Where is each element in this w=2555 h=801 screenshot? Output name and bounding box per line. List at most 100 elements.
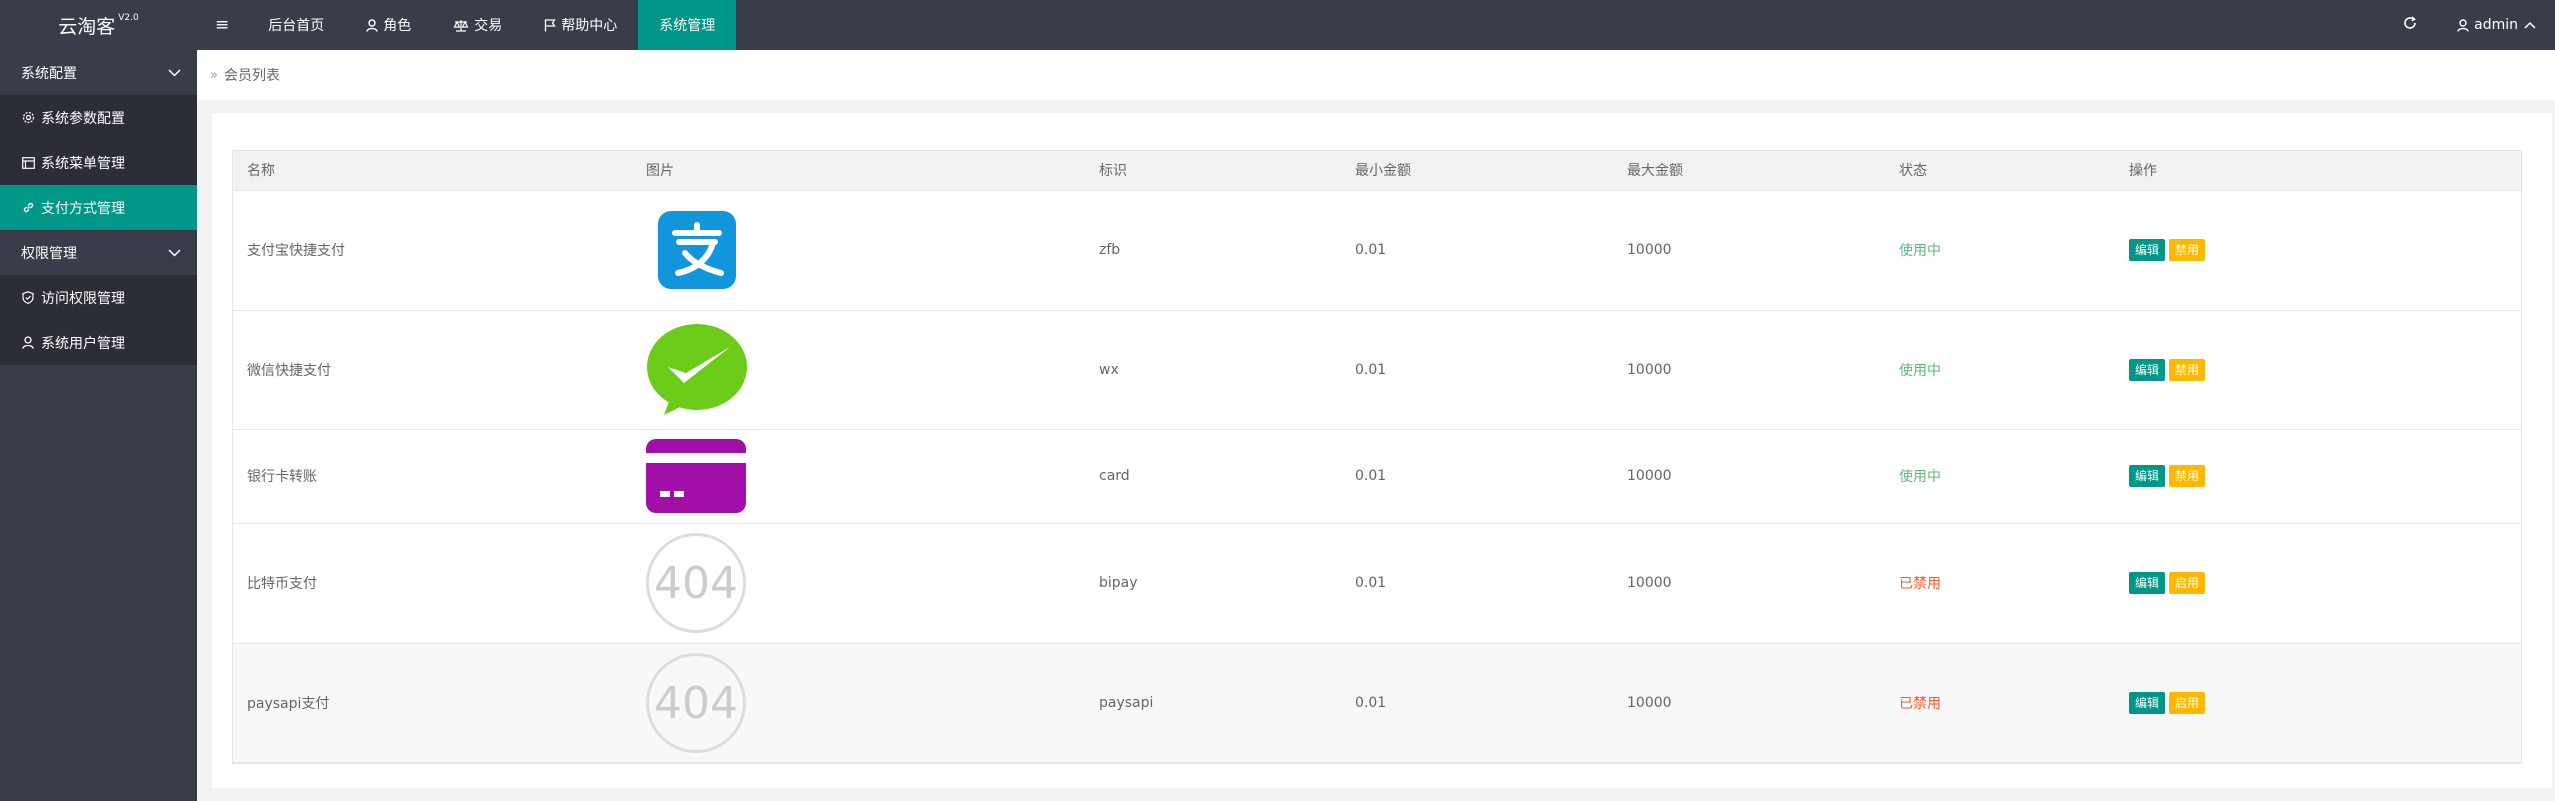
nav-item-help[interactable]: 帮助中心 bbox=[523, 0, 638, 50]
status-badge: 已禁用 bbox=[1899, 576, 1941, 592]
edit-button[interactable]: 编辑 bbox=[2129, 692, 2166, 714]
cell-max: 10000 bbox=[1612, 643, 1884, 764]
cell-status: 使用中 bbox=[1884, 190, 2114, 311]
user-icon bbox=[22, 336, 36, 349]
payment-methods-table: 名称 图片 标识 最小金额 最大金额 状态 操作 支付宝快捷支付 zfb 0.0… bbox=[232, 150, 2522, 764]
edit-button[interactable]: 编辑 bbox=[2129, 358, 2166, 381]
cell-image: 404 bbox=[631, 643, 1084, 764]
cell-status: 已禁用 bbox=[1884, 523, 2114, 644]
user-menu[interactable]: admin bbox=[2438, 0, 2555, 50]
edit-button[interactable]: 编辑 bbox=[2129, 572, 2166, 594]
status-badge: 已禁用 bbox=[1899, 696, 1941, 712]
enable-button[interactable]: 启用 bbox=[2169, 572, 2206, 594]
cell-min: 0.01 bbox=[1340, 429, 1612, 524]
top-header: 云淘客 V2.0 ≡ 后台首页 角色 交易 帮助中心 系统管理 admin bbox=[0, 0, 2555, 50]
refresh-icon bbox=[2403, 16, 2417, 34]
breadcrumb-label[interactable]: 会员列表 bbox=[224, 65, 280, 85]
nav-item-label: 帮助中心 bbox=[561, 18, 618, 34]
cell-image bbox=[631, 190, 1084, 311]
wechat-logo bbox=[646, 323, 1084, 417]
nav-item-label: 系统管理 bbox=[659, 18, 716, 34]
disable-button[interactable]: 禁用 bbox=[2169, 465, 2206, 487]
user-icon bbox=[366, 18, 378, 32]
edit-button[interactable]: 编辑 bbox=[2129, 239, 2166, 261]
sidebar-item-system-menu[interactable]: 系统菜单管理 bbox=[0, 140, 197, 185]
cell-image bbox=[631, 429, 1084, 524]
user-icon bbox=[2457, 18, 2469, 32]
status-badge: 使用中 bbox=[1899, 469, 1941, 485]
column-header: 标识 bbox=[1084, 150, 1340, 191]
sidebar-submenu-permissions: 访问权限管理 系统用户管理 bbox=[0, 275, 197, 365]
app-version: V2.0 bbox=[118, 13, 139, 23]
chevron-up-icon bbox=[2524, 21, 2536, 29]
cell-name: 微信快捷支付 bbox=[232, 310, 631, 430]
column-header: 状态 bbox=[1884, 150, 2114, 191]
image-cell-wrapper: 404 bbox=[646, 653, 1084, 753]
nav-item-label: 后台首页 bbox=[268, 18, 325, 34]
sidebar-item-payment-methods[interactable]: 支付方式管理 bbox=[0, 185, 197, 230]
table-header-row: 名称 图片 标识 最小金额 最大金额 状态 操作 bbox=[232, 150, 2522, 191]
table-row: 支付宝快捷支付 zfb 0.01 10000 使用中 编辑 禁用 bbox=[232, 190, 2522, 311]
column-header: 最小金额 bbox=[1340, 150, 1612, 191]
cell-image: 404 bbox=[631, 523, 1084, 644]
cell-min: 0.01 bbox=[1340, 643, 1612, 764]
chevron-down-icon bbox=[168, 65, 181, 81]
nav-item-home[interactable]: 后台首页 bbox=[247, 0, 345, 50]
cell-min: 0.01 bbox=[1340, 190, 1612, 311]
cell-status: 使用中 bbox=[1884, 310, 2114, 430]
enable-button[interactable]: 启用 bbox=[2169, 692, 2206, 714]
sidebar-item-label: 支付方式管理 bbox=[41, 200, 125, 217]
sidebar-submenu-system-config: 系统参数配置 系统菜单管理 支付方式管理 bbox=[0, 95, 197, 230]
nav-item-trade[interactable]: 交易 bbox=[432, 0, 523, 50]
app-logo[interactable]: 云淘客 V2.0 bbox=[0, 0, 197, 50]
link-icon bbox=[22, 201, 36, 214]
column-header: 最大金额 bbox=[1612, 150, 1884, 191]
flag-icon bbox=[544, 18, 556, 32]
cell-actions: 编辑 启用 bbox=[2114, 643, 2522, 764]
sidebar-toggle-button[interactable]: ≡ bbox=[197, 0, 247, 50]
cell-code: card bbox=[1084, 429, 1340, 524]
user-name: admin bbox=[2474, 17, 2518, 33]
table-row: 微信快捷支付 wx 0.01 10000 使用中 编辑 禁用 bbox=[232, 310, 2522, 430]
shield-icon bbox=[22, 291, 36, 304]
cell-max: 10000 bbox=[1612, 429, 1884, 524]
cell-max: 10000 bbox=[1612, 310, 1884, 430]
cell-name: 比特币支付 bbox=[232, 523, 631, 644]
sidebar-group-permissions[interactable]: 权限管理 bbox=[0, 230, 197, 275]
cell-min: 0.01 bbox=[1340, 523, 1612, 644]
nav-item-label: 角色 bbox=[383, 18, 412, 34]
cell-image bbox=[631, 310, 1084, 430]
cell-code: wx bbox=[1084, 310, 1340, 430]
cell-code: zfb bbox=[1084, 190, 1340, 311]
sidebar-group-system-config[interactable]: 系统配置 bbox=[0, 50, 197, 95]
disable-button[interactable]: 禁用 bbox=[2169, 358, 2206, 381]
sidebar-item-system-params[interactable]: 系统参数配置 bbox=[0, 95, 197, 140]
nav-item-role[interactable]: 角色 bbox=[345, 0, 432, 50]
cell-actions: 编辑 禁用 bbox=[2114, 310, 2522, 430]
header-right: admin bbox=[2382, 0, 2555, 50]
app-title: 云淘客 bbox=[58, 15, 116, 38]
sidebar-group-label: 系统配置 bbox=[21, 65, 77, 82]
cell-name: 银行卡转账 bbox=[232, 429, 631, 524]
sidebar: 系统配置 系统参数配置 系统菜单管理 支付方式管理 权限管理 访问权限管理 系统… bbox=[0, 50, 197, 801]
bank-card-logo bbox=[646, 439, 1084, 513]
refresh-button[interactable] bbox=[2382, 0, 2438, 50]
cell-status: 使用中 bbox=[1884, 429, 2114, 524]
edit-button[interactable]: 编辑 bbox=[2129, 465, 2166, 487]
cell-max: 10000 bbox=[1612, 190, 1884, 311]
cell-min: 0.01 bbox=[1340, 310, 1612, 430]
column-header: 图片 bbox=[631, 150, 1084, 191]
table-row: 银行卡转账 card 0.01 10000 使用中 编辑 禁用 bbox=[232, 429, 2522, 524]
nav-item-system[interactable]: 系统管理 bbox=[638, 0, 737, 50]
column-header: 名称 bbox=[232, 150, 631, 191]
gear-icon bbox=[22, 111, 36, 124]
disable-button[interactable]: 禁用 bbox=[2169, 239, 2206, 261]
sidebar-group-label: 权限管理 bbox=[21, 245, 77, 262]
broken-image-placeholder: 404 bbox=[646, 533, 746, 633]
list-icon bbox=[22, 156, 36, 169]
status-badge: 使用中 bbox=[1899, 362, 1941, 379]
sidebar-item-access-permissions[interactable]: 访问权限管理 bbox=[0, 275, 197, 320]
table-row: 比特币支付 404 bipay 0.01 10000 已禁用 编辑 启用 bbox=[232, 523, 2522, 644]
sidebar-item-system-users[interactable]: 系统用户管理 bbox=[0, 320, 197, 365]
alipay-logo bbox=[646, 211, 1084, 289]
